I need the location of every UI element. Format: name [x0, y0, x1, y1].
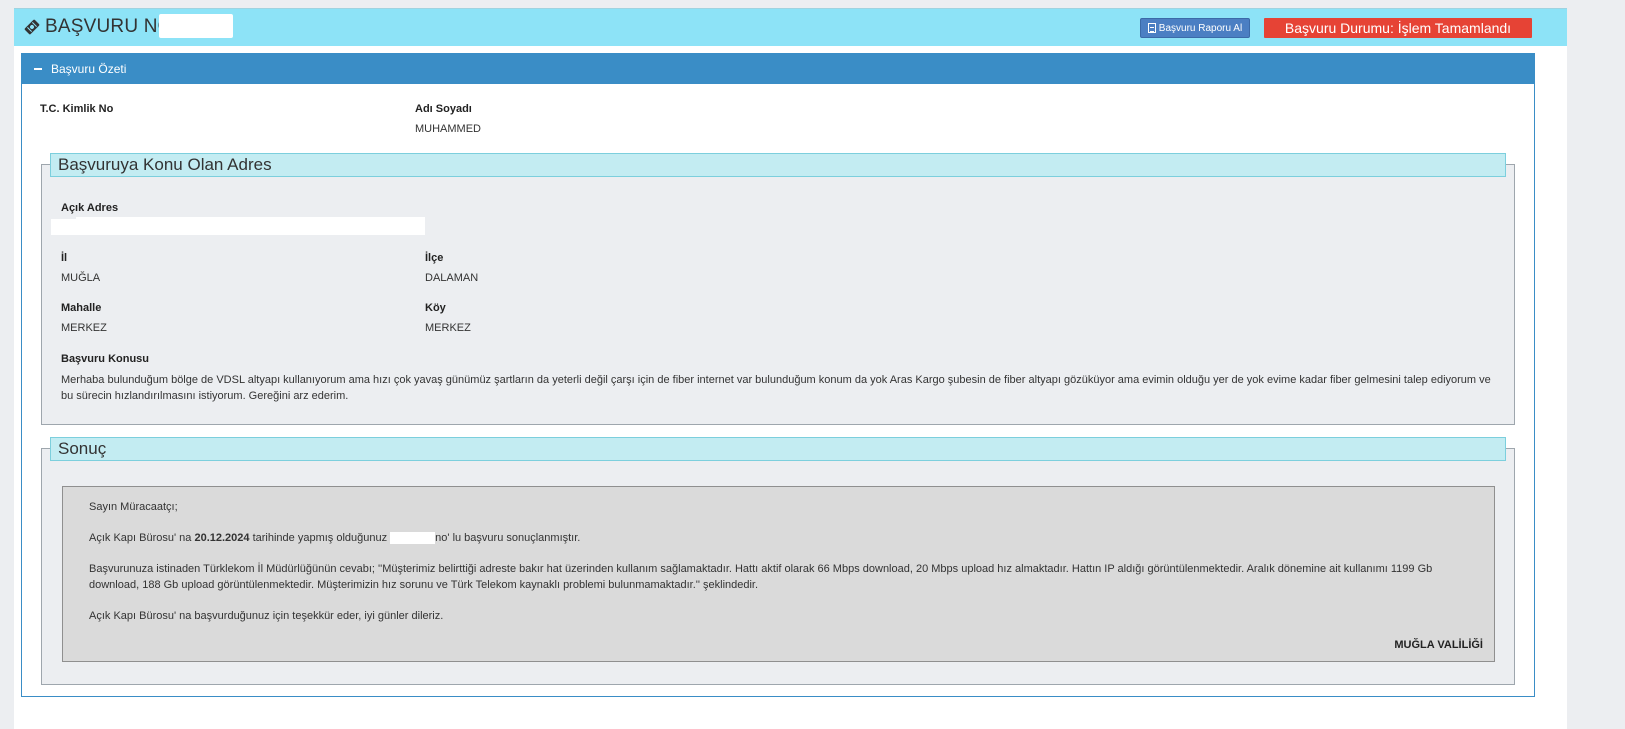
- result-date: 20.12.2024: [194, 532, 250, 544]
- mahalle-value: MERKEZ: [61, 322, 107, 334]
- summary-panel-title: Başvuru Özeti: [51, 62, 127, 76]
- result-line-2-a: Açık Kapı Bürosu' na: [89, 532, 192, 544]
- ticket-icon: [24, 19, 40, 35]
- il-label: İl: [61, 252, 68, 264]
- document-icon: [1147, 23, 1156, 33]
- redacted-application-number-inline: [390, 532, 436, 545]
- address-legend: Başvuruya Konu Olan Adres: [50, 153, 1506, 177]
- page-header: BAŞVURU NO: Başvuru Raporu Al Başvuru Du…: [14, 9, 1567, 46]
- redacted-address-part: [51, 219, 76, 235]
- collapse-icon[interactable]: [34, 68, 42, 70]
- konu-label: Başvuru Konusu: [61, 353, 150, 365]
- vertical-scrollbar[interactable]: [1615, 42, 1625, 729]
- signature: MUĞLA VALİLİĞİ: [1394, 639, 1483, 651]
- name-label: Adı Soyadı: [415, 103, 472, 115]
- ilce-label: İlçe: [425, 252, 444, 264]
- result-line-2: Açık Kapı Bürosu' na 20.12.2024 tarihind…: [89, 530, 580, 546]
- redacted-application-number: [159, 14, 233, 38]
- status-badge: Başvuru Durumu: İşlem Tamamlandı: [1264, 18, 1532, 38]
- result-line-3: Başvurunuza istinaden Türklekom İl Müdür…: [89, 563, 1433, 591]
- result-message-box: Sayın Müracaatçı; Açık Kapı Bürosu' na 2…: [62, 486, 1495, 662]
- koy-value: MERKEZ: [425, 322, 471, 334]
- open-address-label: Açık Adres: [61, 202, 119, 214]
- result-line-2-b: tarihinde yapmış olduğunuz: [252, 532, 388, 544]
- result-greeting: Sayın Müracaatçı;: [89, 501, 178, 513]
- address-fieldset: Başvuruya Konu Olan Adres Açık Adres İl …: [41, 153, 1515, 425]
- mahalle-label: Mahalle: [61, 302, 102, 314]
- application-report-button[interactable]: Başvuru Raporu Al: [1140, 18, 1250, 38]
- tc-label: T.C. Kimlik No: [40, 103, 114, 115]
- result-line-4: Açık Kapı Bürosu' na başvurduğunuz için …: [89, 610, 444, 622]
- ilce-value: DALAMAN: [425, 272, 479, 284]
- summary-panel: Başvuru Özeti T.C. Kimlik No Adı Soyadı …: [21, 53, 1535, 697]
- report-button-label: Başvuru Raporu Al: [1158, 22, 1243, 34]
- name-value: MUHAMMED: [415, 123, 481, 135]
- konu-text: Merhaba bulunduğum bölge de VDSL altyapı…: [61, 374, 1491, 402]
- result-line-2-c: no' lu başvuru sonuçlanmıştır.: [435, 532, 581, 544]
- result-fieldset: Sonuç Sayın Müracaatçı; Açık Kapı Bürosu…: [41, 437, 1515, 685]
- il-value: MUĞLA: [61, 272, 101, 284]
- result-legend: Sonuç: [50, 437, 1506, 461]
- application-container: BAŞVURU NO: Başvuru Raporu Al Başvuru Du…: [14, 8, 1567, 729]
- koy-label: Köy: [425, 302, 446, 314]
- summary-panel-header[interactable]: Başvuru Özeti: [22, 54, 1534, 84]
- redacted-address: [76, 217, 425, 235]
